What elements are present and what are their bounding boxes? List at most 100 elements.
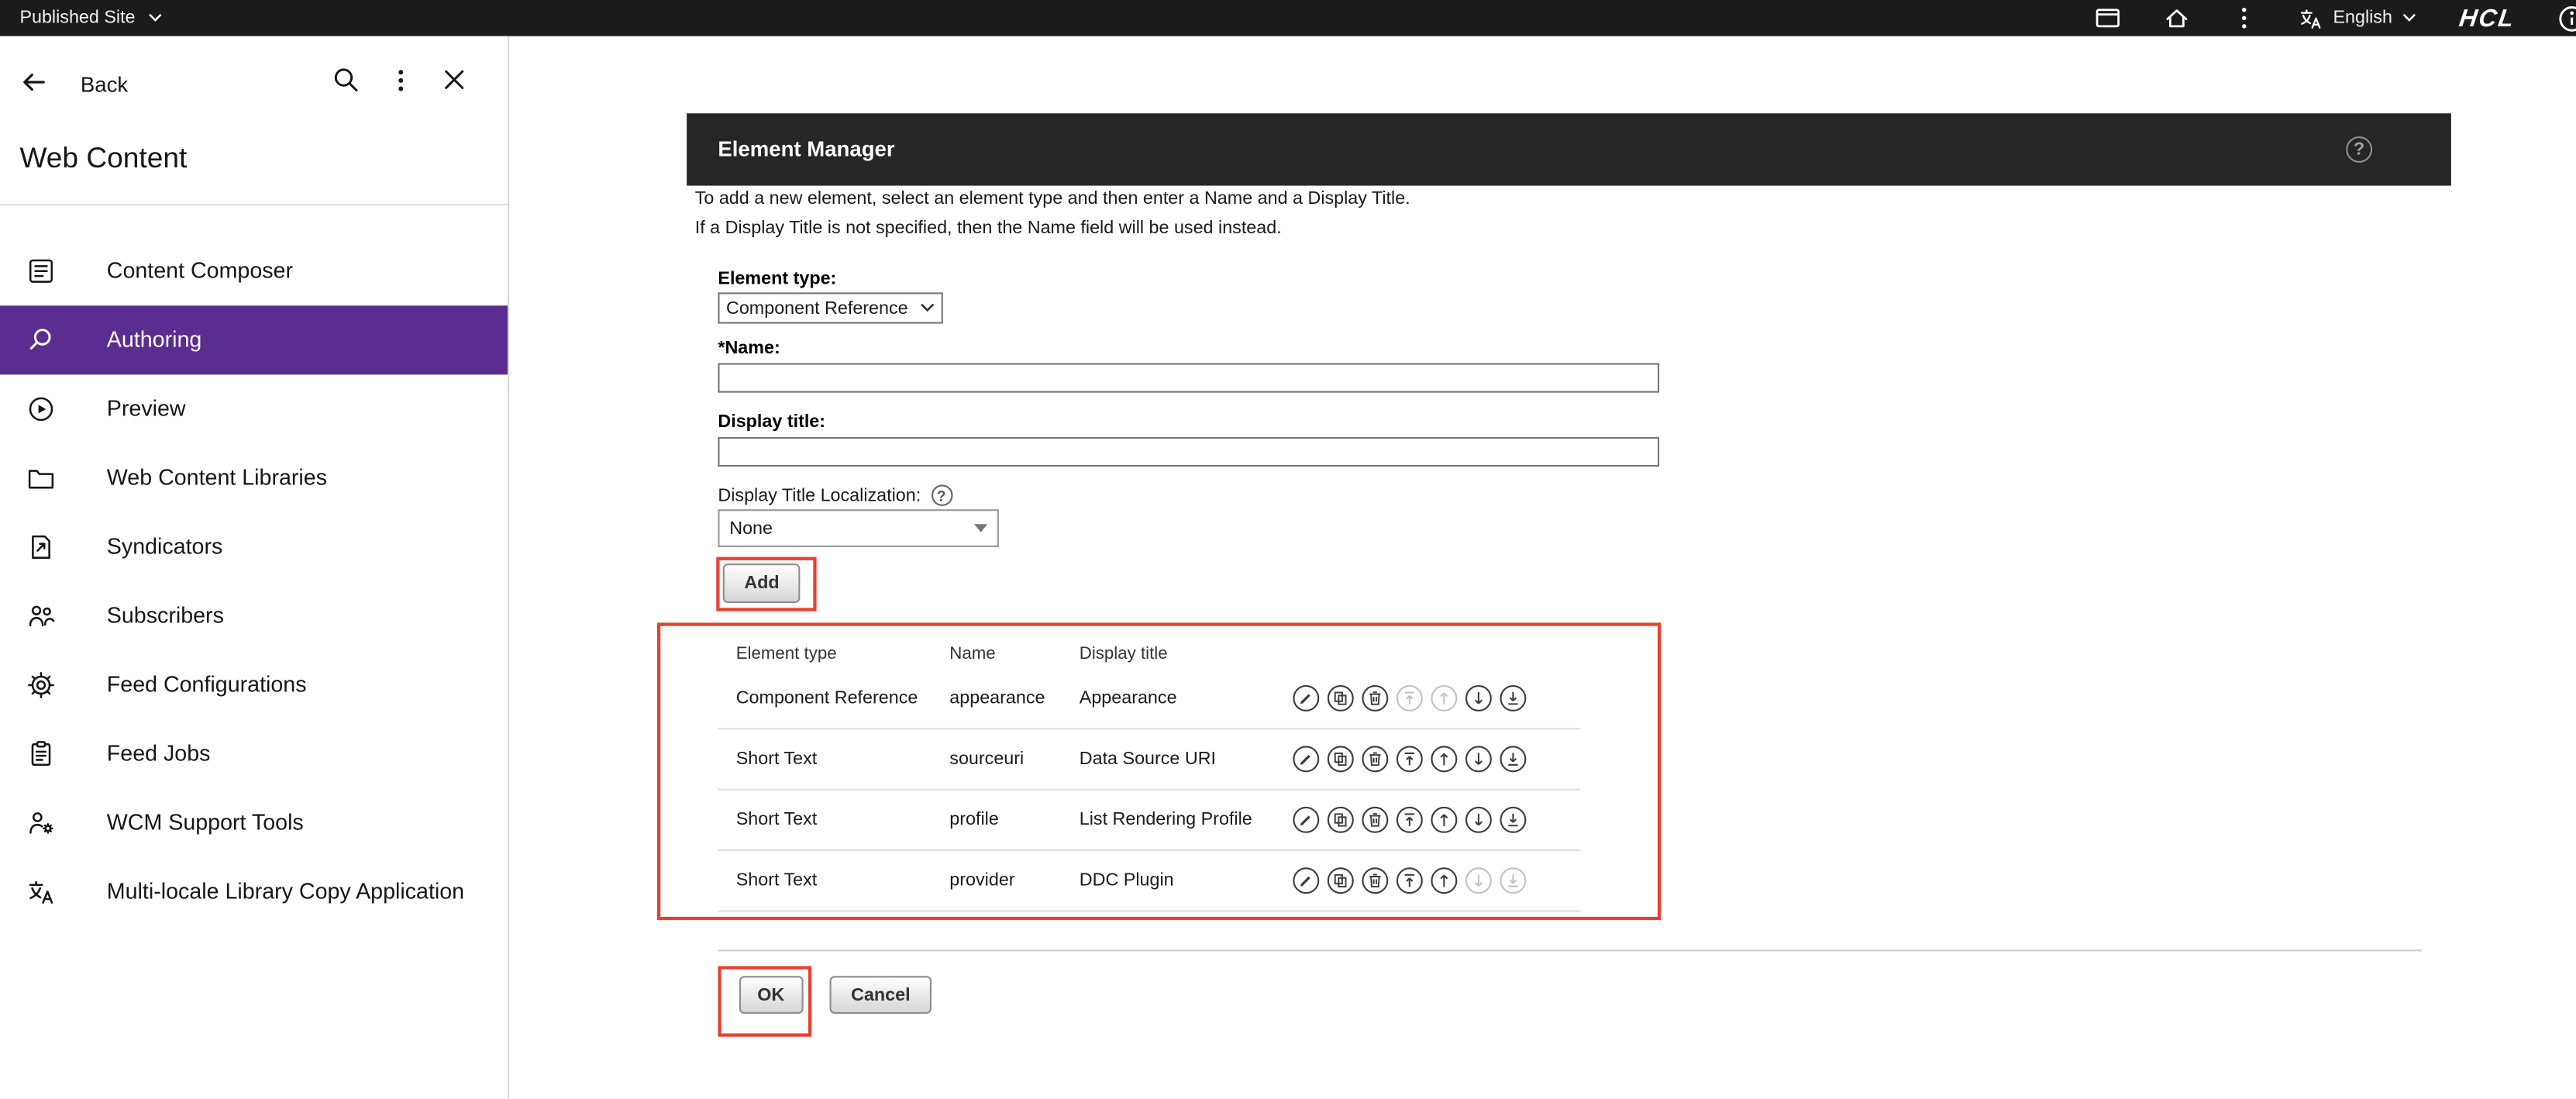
application-window: Published Site English [0, 0, 2576, 1099]
cell-name: provider [949, 871, 1014, 891]
element-type-value: Component Reference [726, 298, 908, 318]
delete-button[interactable] [1362, 746, 1388, 772]
published-site-menu[interactable]: Published Site [19, 9, 163, 28]
edit-button[interactable] [1293, 685, 1319, 711]
cell-element-type: Short Text [736, 871, 818, 891]
add-button[interactable]: Add [723, 563, 801, 603]
element-type-select[interactable]: Component Reference [718, 292, 942, 323]
back-arrow-icon [19, 68, 47, 99]
info-icon[interactable] [2558, 4, 2576, 32]
edit-button[interactable] [1293, 807, 1319, 833]
caret-down-icon [974, 524, 987, 532]
copy-button[interactable] [1328, 685, 1354, 711]
help-icon[interactable]: ? [931, 484, 952, 506]
cell-element-type: Short Text [736, 810, 818, 829]
overflow-menu-icon[interactable] [2233, 5, 2256, 31]
localization-select[interactable]: None [718, 509, 999, 547]
localization-label-row: Display Title Localization: ? [718, 484, 952, 506]
element-manager-header: Element Manager ? [687, 113, 2451, 185]
name-input[interactable] [718, 363, 1659, 392]
cancel-button[interactable]: Cancel [830, 976, 932, 1014]
ok-button[interactable]: OK [739, 976, 803, 1014]
move-down-button[interactable] [1465, 685, 1492, 711]
cell-element-type: Component Reference [736, 688, 918, 708]
sidebar-item-multi-locale-library-copy[interactable]: Multi-locale Library Copy Application [0, 858, 508, 927]
sidebar-item-preview[interactable]: Preview [0, 374, 508, 443]
cell-display-title: Data Source URI [1080, 749, 1216, 769]
cell-element-type: Short Text [736, 749, 818, 769]
move-bottom-button [1500, 867, 1526, 894]
cell-name: profile [949, 810, 999, 829]
delete-button[interactable] [1362, 685, 1388, 711]
move-up-button[interactable] [1431, 867, 1457, 894]
instructions-line-1: To add a new element, select an element … [695, 186, 1410, 215]
sidebar-item-subscribers[interactable]: Subscribers [0, 581, 508, 650]
display-title-label: Display title: [718, 412, 825, 432]
sidebar-item-authoring[interactable]: Authoring [0, 305, 508, 374]
cell-name: sourceuri [949, 749, 1024, 769]
sidebar-item-label: Authoring [107, 326, 202, 355]
move-down-button [1465, 867, 1492, 894]
topbar: Published Site English [0, 0, 2576, 36]
syndicators-icon [26, 532, 56, 562]
move-top-button[interactable] [1396, 867, 1423, 894]
window-icon[interactable] [2095, 5, 2121, 31]
sidebar-item-wcm-support-tools[interactable]: WCM Support Tools [0, 789, 508, 858]
sidebar-item-label: Subscribers [107, 601, 224, 631]
sidebar-item-feed-jobs[interactable]: Feed Jobs [0, 720, 508, 789]
preview-icon [26, 394, 56, 424]
authoring-icon [26, 326, 56, 355]
row-actions [1293, 807, 1526, 833]
hcl-logo: HCL [2457, 4, 2517, 32]
table-row: Component Reference appearance Appearanc… [718, 669, 1580, 729]
sidebar-item-web-content-libraries[interactable]: Web Content Libraries [0, 443, 508, 512]
column-header-display-title: Display title [1080, 644, 1168, 663]
cell-display-title: Appearance [1080, 688, 1177, 708]
translate-icon [2299, 5, 2323, 30]
sidebar-item-feed-configurations[interactable]: Feed Configurations [0, 650, 508, 719]
move-bottom-button[interactable] [1500, 746, 1526, 772]
move-up-button [1431, 685, 1457, 711]
back-button[interactable]: Back [19, 68, 128, 99]
move-up-button[interactable] [1431, 746, 1457, 772]
move-bottom-button[interactable] [1500, 685, 1526, 711]
instructions-line-2: If a Display Title is not specified, the… [695, 215, 1410, 243]
edit-button[interactable] [1293, 867, 1319, 894]
subscribers-icon [26, 601, 56, 631]
search-icon[interactable] [332, 66, 360, 102]
sidebar-item-label: Content Composer [107, 257, 293, 286]
display-title-input[interactable] [718, 437, 1659, 467]
sidebar-item-syndicators[interactable]: Syndicators [0, 512, 508, 581]
move-bottom-button[interactable] [1500, 807, 1526, 833]
move-up-button[interactable] [1431, 807, 1457, 833]
column-header-element-type: Element type [736, 644, 837, 663]
move-top-button[interactable] [1396, 807, 1423, 833]
sidebar-item-label: Syndicators [107, 532, 223, 562]
delete-button[interactable] [1362, 867, 1388, 894]
edit-button[interactable] [1293, 746, 1319, 772]
kebab-menu-icon[interactable] [389, 67, 412, 102]
move-down-button[interactable] [1465, 746, 1492, 772]
move-top-button [1396, 685, 1423, 711]
copy-button[interactable] [1328, 807, 1354, 833]
help-icon[interactable]: ? [2346, 136, 2372, 163]
translate-icon [26, 877, 56, 907]
home-icon[interactable] [2164, 5, 2190, 31]
delete-button[interactable] [1362, 807, 1388, 833]
caret-down-icon [2402, 13, 2417, 23]
sidebar-item-label: Feed Jobs [107, 739, 211, 769]
move-top-button[interactable] [1396, 746, 1423, 772]
copy-button[interactable] [1328, 867, 1354, 894]
move-down-button[interactable] [1465, 807, 1492, 833]
cell-display-title: List Rendering Profile [1080, 810, 1252, 829]
content-composer-icon [26, 257, 56, 286]
copy-button[interactable] [1328, 746, 1354, 772]
support-tools-icon [26, 808, 56, 838]
divider [0, 204, 508, 205]
close-icon[interactable] [442, 67, 467, 100]
name-label: *Name: [718, 339, 780, 358]
sidebar: Back Web Content Content Com [0, 36, 509, 1099]
element-type-label: Element type: [718, 270, 836, 289]
language-selector[interactable]: English [2299, 5, 2417, 30]
sidebar-item-content-composer[interactable]: Content Composer [0, 236, 508, 305]
